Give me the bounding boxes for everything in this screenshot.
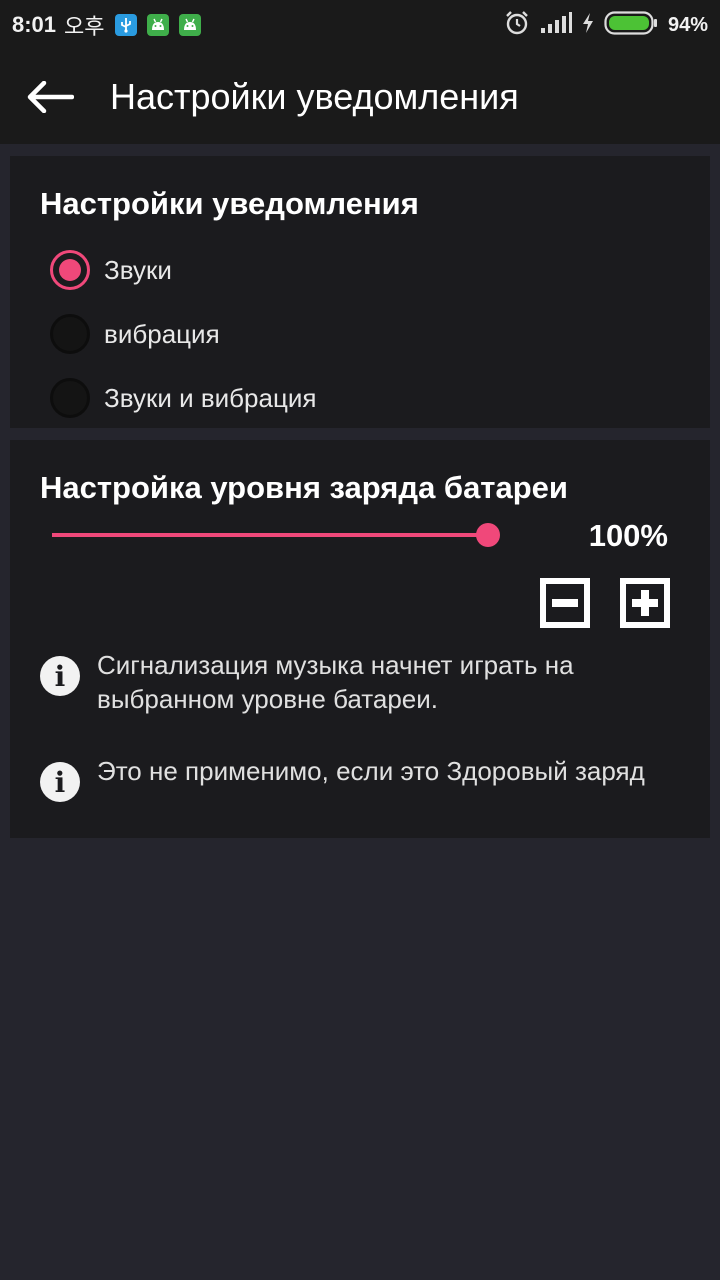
usb-icon [114, 14, 137, 36]
decrease-button[interactable] [540, 578, 590, 628]
radio-button[interactable] [50, 314, 90, 354]
arrow-left-icon [27, 81, 74, 113]
battery-level-value: 100% [588, 518, 668, 553]
battery-level-title: Настройка уровня заряда батареи [40, 470, 568, 505]
signal-icon [540, 11, 572, 39]
alarm-icon [504, 10, 530, 41]
toolbar: Настройки уведомления [0, 50, 720, 144]
back-button[interactable] [0, 50, 100, 144]
page-title: Настройки уведомления [110, 76, 519, 117]
radio-label: Звуки [104, 254, 172, 285]
slider-thumb[interactable] [476, 523, 500, 547]
info-icon: i [40, 762, 80, 802]
status-ampm: 오후 [64, 14, 105, 39]
battery-level-slider[interactable] [52, 520, 500, 550]
info-text: Это не применимо, если это Здоровый заря… [97, 756, 645, 786]
status-time: 8:01 [12, 12, 57, 37]
charging-icon [582, 12, 594, 38]
android-icon [146, 14, 169, 36]
radio-button[interactable] [50, 378, 90, 418]
radio-option-vibration[interactable]: вибрация [50, 309, 220, 359]
notification-settings-title: Настройки уведомления [40, 186, 419, 221]
info-text: Сигнализация музыка начнет играть на выб… [97, 650, 574, 714]
info-row: i Сигнализация музыка начнет играть на в… [40, 648, 680, 716]
radio-label: Звуки и вибрация [104, 382, 317, 413]
status-bar: 8:01 오후 94% [0, 0, 720, 50]
radio-option-sounds-and-vibration[interactable]: Звуки и вибрация [50, 373, 316, 423]
android-icon [178, 14, 201, 36]
notification-settings-card: Настройки уведомления Звуки вибрация Зву… [10, 156, 710, 428]
status-left: 8:01 오후 [12, 9, 201, 41]
radio-button[interactable] [50, 250, 90, 290]
radio-label: вибрация [104, 318, 220, 349]
increase-button[interactable] [620, 578, 670, 628]
slider-fill [52, 533, 488, 537]
battery-icon [604, 10, 658, 40]
info-row: i Это не применимо, если это Здоровый за… [40, 754, 680, 802]
battery-level-card: Настройка уровня заряда батареи 100% i С… [10, 440, 710, 838]
radio-option-sounds[interactable]: Звуки [50, 245, 172, 295]
battery-percent: 94% [667, 13, 708, 36]
status-right: 94% [504, 10, 708, 41]
info-icon: i [40, 656, 80, 696]
